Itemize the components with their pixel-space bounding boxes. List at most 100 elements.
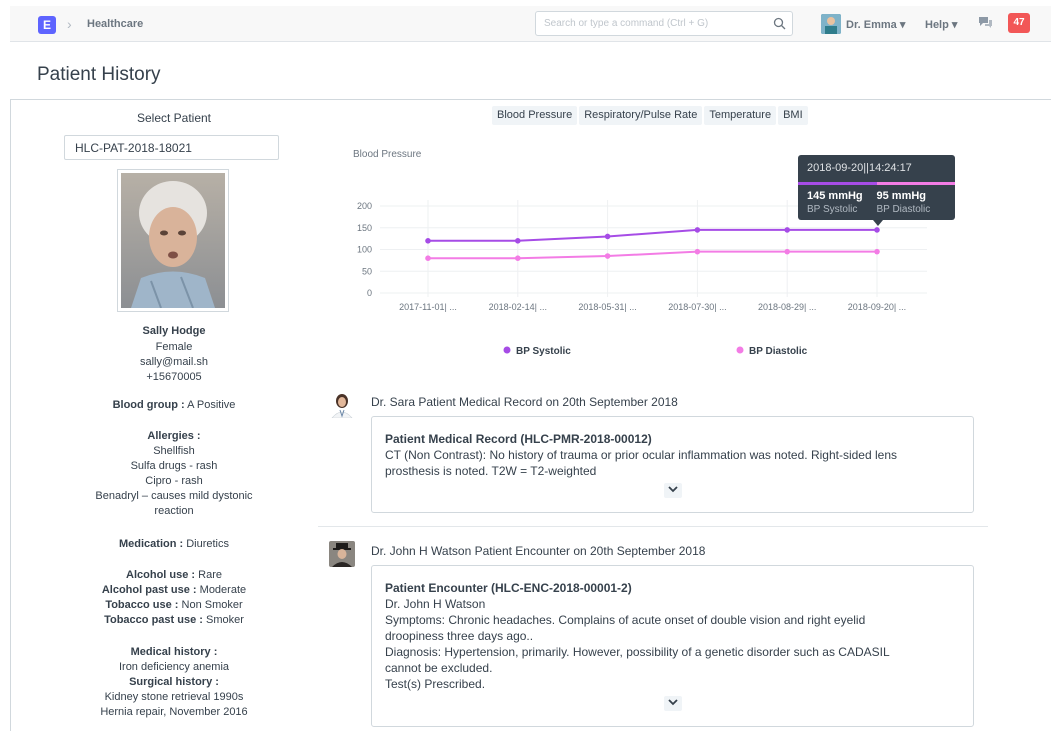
help-label[interactable]: Help — [925, 19, 949, 31]
chart-tooltip: 2018-09-20||14:24:17 145 mmHg BP Systoli… — [798, 155, 955, 220]
app-logo[interactable]: E — [38, 16, 56, 34]
medical-history-label: Medical history : — [130, 646, 218, 658]
navbar: E › Healthcare Dr. Emma ▾ Help ▾ 47 — [10, 6, 1051, 42]
data-point — [694, 248, 701, 255]
tobacco-use: Tobacco use : Non Smoker — [105, 599, 243, 611]
notification-badge[interactable]: 47 — [1008, 13, 1030, 33]
series-line — [428, 228, 877, 242]
expand-button[interactable] — [664, 696, 682, 711]
card-title[interactable]: Patient Encounter (HLC-ENC-2018-00001-2) — [385, 580, 960, 596]
patient-name: Sally Hodge — [142, 325, 206, 337]
allergy-item: Shellfish — [153, 445, 195, 457]
page-title: Patient History — [37, 64, 161, 85]
tooltip-systolic-value: 145 mmHg — [807, 190, 863, 202]
allergy-item: Sulfa drugs - rash — [130, 460, 218, 472]
x-tick-label: 2018-07-30| ... — [668, 302, 726, 312]
chevron-down-icon — [668, 699, 678, 706]
legend-label: BP Systolic — [516, 346, 571, 357]
alcohol-past-use: Alcohol past use : Moderate — [101, 584, 247, 596]
select-patient-label: Select Patient — [136, 111, 212, 125]
data-point — [604, 253, 611, 259]
timeline-title[interactable]: Dr. Sara Patient Medical Record on 20th … — [371, 395, 678, 409]
page-header: Patient History — [10, 42, 1051, 100]
card-line: cannot be excluded. — [385, 661, 493, 675]
caret-down-icon: ▾ — [899, 19, 906, 31]
tooltip-color-bar — [798, 182, 955, 185]
tab-respiratory-pulse[interactable]: Respiratory/Pulse Rate — [579, 106, 703, 125]
y-tick-label: 200 — [357, 201, 372, 211]
surgical-history-item: Hernia repair, November 2016 — [100, 706, 248, 718]
patient-select-input[interactable] — [64, 135, 279, 160]
tooltip-systolic-label: BP Systolic — [807, 204, 858, 215]
vitals-tabs: Blood Pressure Respiratory/Pulse Rate Temp… — [492, 106, 810, 125]
user-name[interactable]: Dr. Emma — [846, 19, 897, 31]
x-tick-label: 2017-11-01| ... — [399, 302, 457, 312]
surgical-history-label: Surgical history : — [129, 676, 219, 688]
data-point — [784, 248, 790, 255]
legend-label: BP Diastolic — [749, 346, 808, 357]
card-line: prosthesis is noted. T2W = T2-weighted — [385, 464, 597, 478]
patient-gender: Female — [155, 341, 193, 353]
surgical-history-item: Kidney stone retrieval 1990s — [104, 691, 244, 703]
search-input[interactable] — [544, 12, 764, 35]
doctor-avatar — [329, 392, 355, 418]
user-menu[interactable]: Dr. Emma ▾ — [846, 18, 905, 31]
tab-blood-pressure[interactable]: Blood Pressure — [492, 106, 578, 125]
x-tick-label: 2018-02-14| ... — [489, 302, 547, 312]
search-icon[interactable] — [773, 17, 786, 33]
data-point — [425, 238, 431, 244]
card-line: Symptoms: Chronic headaches. Complains o… — [385, 613, 866, 627]
tab-temperature[interactable]: Temperature — [704, 106, 777, 125]
chat-icon[interactable] — [977, 16, 993, 33]
x-tick-label: 2018-08-29| ... — [758, 302, 816, 312]
search-box[interactable] — [535, 11, 793, 36]
chevron-right-icon: › — [67, 16, 72, 32]
breadcrumb-healthcare[interactable]: Healthcare — [87, 18, 143, 30]
patient-email: sally@mail.sh — [139, 356, 208, 368]
card-line: Diagnosis: Hypertension, primarily. Howe… — [385, 645, 890, 659]
data-point — [515, 238, 521, 244]
card-line: droopiness three days ago.. — [385, 629, 534, 643]
help-menu[interactable]: Help ▾ — [925, 18, 957, 31]
patient-phone: +15670005 — [146, 371, 202, 383]
expand-button[interactable] — [664, 483, 682, 498]
alcohol-use: Alcohol use : Rare — [126, 569, 222, 581]
x-tick-label: 2018-05-31| ... — [578, 302, 636, 312]
timeline-title[interactable]: Dr. John H Watson Patient Encounter on 2… — [371, 544, 705, 558]
caret-down-icon: ▾ — [951, 19, 958, 31]
data-point — [874, 248, 880, 255]
tooltip-pointer — [873, 220, 883, 226]
tooltip-title: 2018-09-20||14:24:17 — [807, 162, 912, 174]
x-tick-label: 2018-09-20| ... — [848, 302, 906, 312]
patient-photo — [117, 169, 229, 312]
data-point — [425, 255, 431, 261]
y-tick-label: 0 — [367, 288, 372, 298]
user-avatar[interactable] — [821, 14, 841, 34]
left-border — [10, 100, 11, 731]
tooltip-diastolic-label: BP Diastolic — [876, 204, 931, 215]
card-title[interactable]: Patient Medical Record (HLC-PMR-2018-000… — [385, 431, 960, 447]
y-tick-label: 100 — [357, 245, 372, 255]
data-point — [874, 227, 880, 233]
chevron-down-icon — [668, 486, 678, 493]
card-line: CT (Non Contrast): No history of trauma … — [385, 448, 897, 462]
legend-marker — [736, 346, 744, 354]
tooltip-diastolic-value: 95 mmHg — [876, 190, 927, 202]
chart-title: Blood Pressure — [353, 149, 422, 160]
series-line — [428, 250, 877, 260]
tobacco-past-use: Tobacco past use : Smoker — [104, 614, 244, 626]
medication: Medication : Diuretics — [118, 538, 230, 550]
card-line: Dr. John H Watson — [385, 597, 486, 611]
blood-group: Blood group : A Positive — [112, 399, 236, 411]
tab-bmi[interactable]: BMI — [778, 106, 808, 125]
allergy-item: reaction — [154, 505, 194, 517]
y-tick-label: 50 — [362, 266, 372, 276]
card-line: Test(s) Prescribed. — [385, 677, 486, 691]
allergy-item: Benadryl – causes mild dystonic — [95, 490, 253, 502]
medical-record-card: Patient Medical Record (HLC-PMR-2018-000… — [371, 416, 974, 513]
data-point — [604, 233, 611, 240]
timeline-divider — [318, 526, 988, 527]
doctor-avatar — [329, 541, 355, 567]
data-point — [694, 227, 701, 233]
allergy-item: Cipro - rash — [145, 475, 203, 487]
